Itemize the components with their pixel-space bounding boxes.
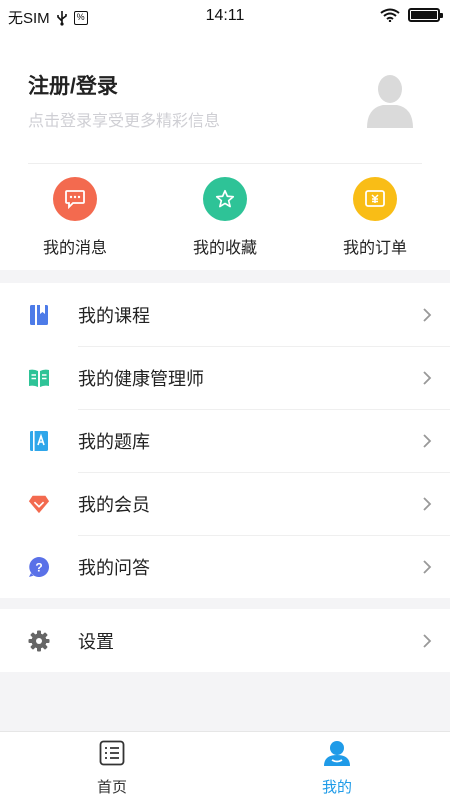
avatar-placeholder-icon[interactable] [365,72,415,128]
menu-item-label: 我的问答 [78,557,150,578]
menu-item-label: 我的健康管理师 [78,368,204,389]
menu-item-settings[interactable]: 设置 [0,609,450,672]
user-profile-icon [324,741,350,766]
profile-section: 注册/登录 点击登录享受更多精彩信息 我的消息 我的收藏 我的订单 [0,32,450,270]
question-bubble-icon: ? [28,556,50,578]
menu-item-label: 设置 [78,631,114,652]
chevron-right-icon [423,307,432,322]
menu-item-label: 我的课程 [78,305,150,326]
menu-item-label: 我的题库 [78,431,150,452]
menu-item-courses[interactable]: 我的课程 [0,283,450,346]
menu-item-health-manager[interactable]: 我的健康管理师 [0,346,450,409]
chevron-right-icon [423,370,432,385]
menu-item-label: 我的会员 [78,494,150,515]
status-right [380,8,443,22]
chevron-right-icon [423,433,432,448]
quick-action-label: 我的订单 [342,240,407,257]
login-subtitle: 点击登录享受更多精彩信息 [28,113,221,130]
main-menu: 我的课程 我的健康管理师 我的题库 我的会员 ? 我的问答 [0,283,450,598]
question-bank-icon [28,430,50,452]
menu-item-membership[interactable]: 我的会员 [0,472,450,535]
svg-text:?: ? [35,560,42,574]
star-icon [203,177,247,221]
order-icon [353,177,397,221]
quick-action-label: 我的消息 [42,240,107,257]
login-register-link[interactable]: 注册/登录 [28,70,118,100]
chevron-right-icon [423,633,432,648]
open-book-icon [28,367,50,389]
tab-mine[interactable]: 我的 [287,740,387,797]
home-list-icon [99,740,125,766]
message-icon [53,177,97,221]
menu-item-qa[interactable]: ? 我的问答 [0,535,450,598]
settings-menu: 设置 [0,609,450,672]
chevron-right-icon [423,559,432,574]
tab-home[interactable]: 首页 [62,740,162,797]
quick-action-messages[interactable]: 我的消息 [20,177,130,258]
profile-divider [28,163,422,164]
wifi-icon [380,8,400,22]
menu-item-question-bank[interactable]: 我的题库 [0,409,450,472]
chevron-right-icon [423,496,432,511]
book-icon [28,304,50,326]
membership-gem-icon [28,493,50,515]
status-bar: 无SIM % 14:11 [0,0,450,32]
bottom-tab-bar: 首页 我的 [0,731,450,800]
quick-action-label: 我的收藏 [192,240,257,257]
tab-mine-label: 我的 [321,779,352,796]
gear-icon [28,630,50,652]
quick-action-orders[interactable]: 我的订单 [320,177,430,258]
battery-icon [408,8,443,22]
quick-action-favorites[interactable]: 我的收藏 [170,177,280,258]
tab-home-label: 首页 [96,779,127,796]
